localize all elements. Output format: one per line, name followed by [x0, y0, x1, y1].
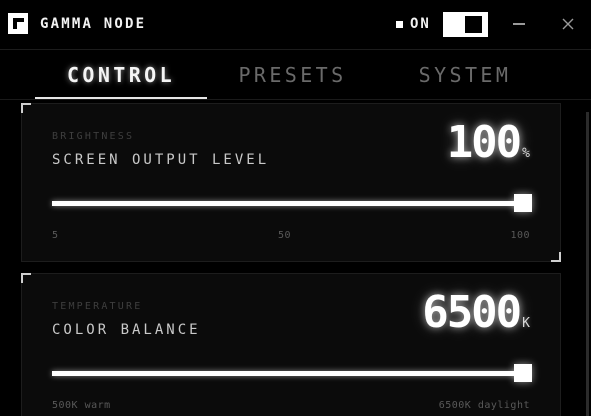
temperature-readout: 6500 K [422, 291, 530, 335]
temperature-tick-max: 6500K daylight [438, 400, 530, 411]
temperature-tick-min: 500K warm [52, 400, 111, 411]
power-state-label: ON [410, 16, 431, 32]
close-icon [562, 18, 574, 30]
brightness-eyebrow: BRIGHTNESS [52, 131, 135, 142]
close-button[interactable] [555, 11, 581, 37]
brightness-value: 100 [446, 117, 522, 168]
temperature-slider[interactable] [52, 364, 532, 382]
slider-thumb[interactable] [514, 364, 532, 382]
brightness-readout: 100 % [447, 121, 530, 165]
tabs-divider [0, 99, 591, 100]
slider-track [52, 371, 522, 376]
brightness-card: BRIGHTNESS SCREEN OUTPUT LEVEL 100 % 5 5… [21, 103, 561, 262]
temperature-title: COLOR BALANCE [52, 322, 201, 338]
tab-system[interactable]: SYSTEM [395, 50, 535, 100]
temperature-card: TEMPERATURE COLOR BALANCE 6500 K 500K wa… [21, 273, 561, 416]
corner-bracket [21, 273, 31, 283]
corner-bracket [551, 252, 561, 262]
brightness-tick-max: 100 [510, 230, 530, 241]
minimize-button[interactable] [506, 11, 532, 37]
title-bar: GAMMA NODE ON [0, 0, 591, 50]
tab-bar: CONTROL PRESETS SYSTEM [0, 50, 591, 100]
power-toggle[interactable] [443, 12, 488, 37]
toggle-knob [465, 16, 482, 33]
temperature-unit: K [522, 316, 530, 331]
minimize-icon [513, 23, 525, 25]
brightness-tick-min: 5 [52, 230, 59, 241]
app-logo-icon [8, 13, 28, 34]
brightness-slider[interactable] [52, 194, 532, 212]
power-indicator-icon [396, 21, 403, 28]
slider-thumb[interactable] [514, 194, 532, 212]
brightness-title: SCREEN OUTPUT LEVEL [52, 152, 270, 168]
app-window: GAMMA NODE ON CONTROL PRESETS SYSTEM BRI… [0, 0, 591, 416]
app-title: GAMMA NODE [40, 16, 147, 32]
temperature-eyebrow: TEMPERATURE [52, 301, 143, 312]
scrollbar-thumb[interactable] [586, 112, 589, 416]
brightness-unit: % [522, 146, 530, 161]
brightness-tick-mid: 50 [278, 230, 292, 241]
tab-presets[interactable]: PRESETS [215, 50, 370, 100]
tab-control[interactable]: CONTROL [35, 50, 207, 100]
corner-bracket [21, 103, 31, 113]
temperature-value: 6500 [422, 287, 522, 338]
slider-track [52, 201, 522, 206]
